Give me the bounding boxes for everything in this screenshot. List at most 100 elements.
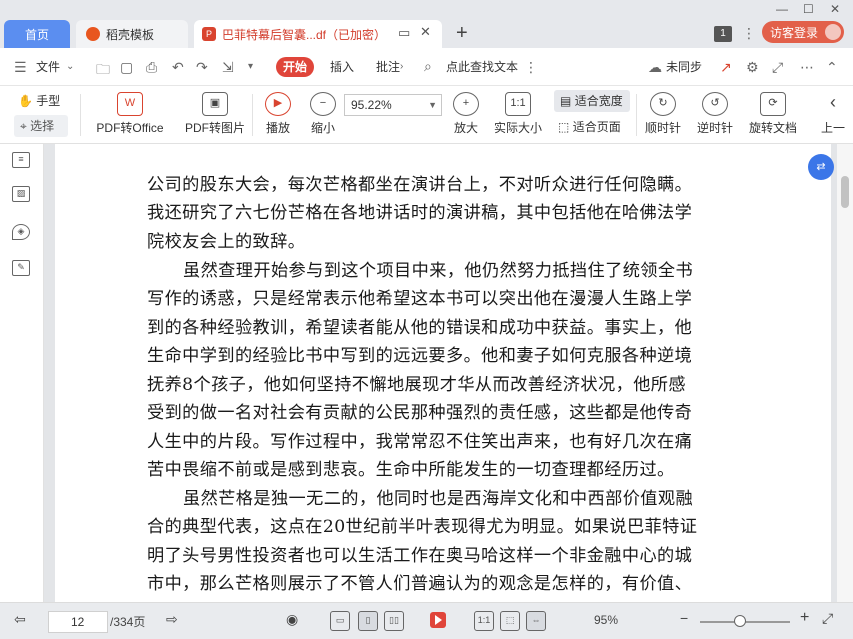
tab-document[interactable]: P 巴菲特幕后智囊...df（已加密） ▭ ✕: [194, 20, 442, 48]
eye-protection-icon[interactable]: ◉: [286, 611, 298, 628]
cloud-sync-icon[interactable]: ☁: [648, 59, 662, 76]
zoom-in-icon[interactable]: +: [800, 609, 809, 627]
hand-tool[interactable]: ✋ 手型: [18, 92, 60, 109]
zoom-slider-knob[interactable]: [734, 615, 746, 627]
chevron-down-icon[interactable]: ⌄: [66, 61, 74, 72]
share-icon[interactable]: ↗: [720, 59, 732, 76]
zoom-in-icon: +: [453, 92, 479, 116]
continuous-view-icon[interactable]: ▯: [358, 611, 378, 631]
undo-icon[interactable]: ↶: [172, 59, 184, 76]
search-input[interactable]: 点此查找文本: [446, 58, 518, 75]
text-line: 明了头号男性投资者也可以生活工作在奥马哈这样一个非金融中心的城: [147, 546, 693, 566]
hamburger-icon[interactable]: ☰: [14, 59, 27, 76]
zoom-level: 95%: [594, 613, 619, 627]
text-line: 我还研究了六七份芒格在各地讲话时的演讲稿，其中包括他在哈佛法学: [147, 203, 693, 223]
chevron-down-icon: ▼: [428, 100, 437, 110]
fit-page-button[interactable]: ⬚ 适合页面: [558, 118, 621, 135]
fit-width-icon[interactable]: ⇔: [526, 611, 546, 631]
thumbnail-icon[interactable]: ▨: [12, 186, 30, 202]
actual-size-icon[interactable]: 1:1: [474, 611, 494, 631]
scrollbar-thumb[interactable]: [841, 176, 849, 208]
play-label: 播放: [265, 121, 290, 135]
tab-home[interactable]: 首页: [4, 20, 70, 48]
ribbon-toolbar: ✋ 手型 ⌖ 选择 W PDF转Office ▣ PDF转图片 ▶ 播放 − 缩…: [0, 86, 853, 144]
annotation-icon[interactable]: ✎: [12, 260, 30, 276]
select-tool[interactable]: ⌖ 选择: [14, 115, 68, 137]
rotate-ccw-button[interactable]: ↺ 逆时针: [694, 92, 736, 136]
pdf-to-office-button[interactable]: W PDF转Office: [92, 92, 168, 136]
rotate-cw-button[interactable]: ↻ 顺时针: [642, 92, 684, 136]
title-bar: 首页 稻壳模板 P 巴菲特幕后智囊...df（已加密） ▭ ✕ + — ☐ ✕ …: [0, 0, 853, 48]
new-tab-icon[interactable]: +: [456, 22, 468, 45]
save-icon[interactable]: ▢: [120, 59, 133, 76]
fit-page-icon[interactable]: ⬚: [500, 611, 520, 631]
more-horizontal-icon[interactable]: ⋯: [800, 59, 814, 76]
fit-width-button[interactable]: ▤ 适合宽度: [554, 90, 630, 112]
text-line: 虽然查理开始参与到这个项目中来，他仍然努力抵挡住了统领全书: [183, 261, 694, 281]
divider: [636, 94, 637, 136]
zoom-out-icon: −: [310, 92, 336, 116]
zoom-select[interactable]: 95.22% ▼: [344, 94, 442, 116]
settings-icon[interactable]: ⚙: [746, 59, 759, 76]
sync-status[interactable]: 未同步: [666, 58, 702, 75]
search-icon[interactable]: ⌕: [424, 58, 432, 75]
text-line: 公司的股东大会，每次芒格都坐在演讲台上，不对听众进行任何隐瞒。: [147, 175, 693, 195]
rotate-ccw-icon: ↺: [702, 92, 728, 116]
select-label: 选择: [30, 119, 55, 133]
play-icon[interactable]: [430, 612, 446, 628]
pdf-to-image-button[interactable]: ▣ PDF转图片: [184, 92, 246, 136]
rotate-doc-icon: ⟳: [760, 92, 786, 116]
open-folder-icon[interactable]: 🗀: [96, 59, 110, 83]
text-line: 人生中的片段。写作过程中，我常常忍不住笑出声来，也有好几次在痛: [147, 432, 693, 452]
menu-insert[interactable]: 插入: [330, 58, 354, 75]
fit-width-icon: ▤: [560, 94, 572, 108]
tab-template[interactable]: 稻壳模板: [76, 20, 188, 48]
menu-file[interactable]: 文件: [36, 58, 60, 75]
zoom-out-icon[interactable]: −: [680, 610, 688, 626]
text-line: 抚养8个孩子，他如何坚持不懈地展现才华从而改善经济状况，他所感: [147, 375, 686, 395]
minimize-icon[interactable]: —: [776, 2, 788, 16]
fit-width-label: 适合宽度: [574, 94, 623, 108]
dropdown-icon[interactable]: ▾: [248, 61, 253, 72]
redo-icon[interactable]: ↷: [196, 59, 208, 76]
pdf-to-office-label: PDF转Office: [96, 121, 164, 135]
zoom-slider[interactable]: [700, 615, 790, 627]
next-page-icon[interactable]: ⇨: [166, 611, 178, 628]
more-vertical-icon[interactable]: ⋮: [524, 59, 538, 76]
bookmark-icon[interactable]: ◈: [12, 224, 30, 240]
text-line: 合的典型代表，这点在20世纪前半叶表现得尤为明显。如果说巴菲特证: [147, 517, 698, 537]
more-icon[interactable]: ⋮: [742, 25, 756, 42]
fullscreen-icon[interactable]: ⤢: [822, 610, 833, 627]
tab-template-label: 稻壳模板: [106, 27, 155, 42]
prev-page-button[interactable]: ‹ 上一: [816, 92, 850, 136]
actual-size-button[interactable]: 1:1 实际大小: [490, 92, 546, 136]
login-button[interactable]: 访客登录: [762, 21, 844, 43]
play-button[interactable]: ▶ 播放: [262, 92, 294, 136]
zoom-in-button[interactable]: + 放大: [450, 92, 482, 136]
close-window-icon[interactable]: ✕: [830, 2, 840, 16]
menu-annotate[interactable]: 批注: [376, 58, 400, 75]
divider: [80, 94, 81, 136]
zoom-value: 95.22%: [351, 98, 392, 112]
expand-icon[interactable]: ⤢: [772, 59, 783, 76]
vertical-scrollbar[interactable]: [837, 144, 853, 602]
rotate-doc-button[interactable]: ⟳ 旋转文档: [746, 92, 800, 136]
document-page: 公司的股东大会，每次芒格都坐在演讲台上，不对听众进行任何隐瞒。 我还研究了六七份…: [55, 144, 831, 602]
menu-scroll-right-icon[interactable]: ›: [400, 61, 403, 72]
single-page-view-icon[interactable]: ▭: [330, 611, 350, 631]
print-icon[interactable]: ⎙: [146, 59, 157, 76]
zoom-out-button[interactable]: − 缩小: [308, 92, 338, 136]
window-mode-icon[interactable]: ▭: [398, 25, 410, 41]
translate-float-icon[interactable]: ⇄: [808, 154, 834, 180]
maximize-icon[interactable]: ☐: [803, 2, 814, 16]
pdf-to-word-icon: W: [117, 92, 143, 116]
close-tab-icon[interactable]: ✕: [420, 24, 431, 40]
collapse-ribbon-icon[interactable]: ⌃: [826, 59, 838, 76]
export-icon[interactable]: ⇲: [222, 59, 234, 76]
prev-page-icon[interactable]: ⇦: [14, 611, 26, 628]
menu-start[interactable]: 开始: [276, 57, 314, 77]
two-page-view-icon[interactable]: ▯▯: [384, 611, 404, 631]
zoom-in-label: 放大: [453, 121, 478, 135]
outline-icon[interactable]: ≡: [12, 152, 30, 168]
page-number-input[interactable]: 12: [48, 611, 108, 633]
